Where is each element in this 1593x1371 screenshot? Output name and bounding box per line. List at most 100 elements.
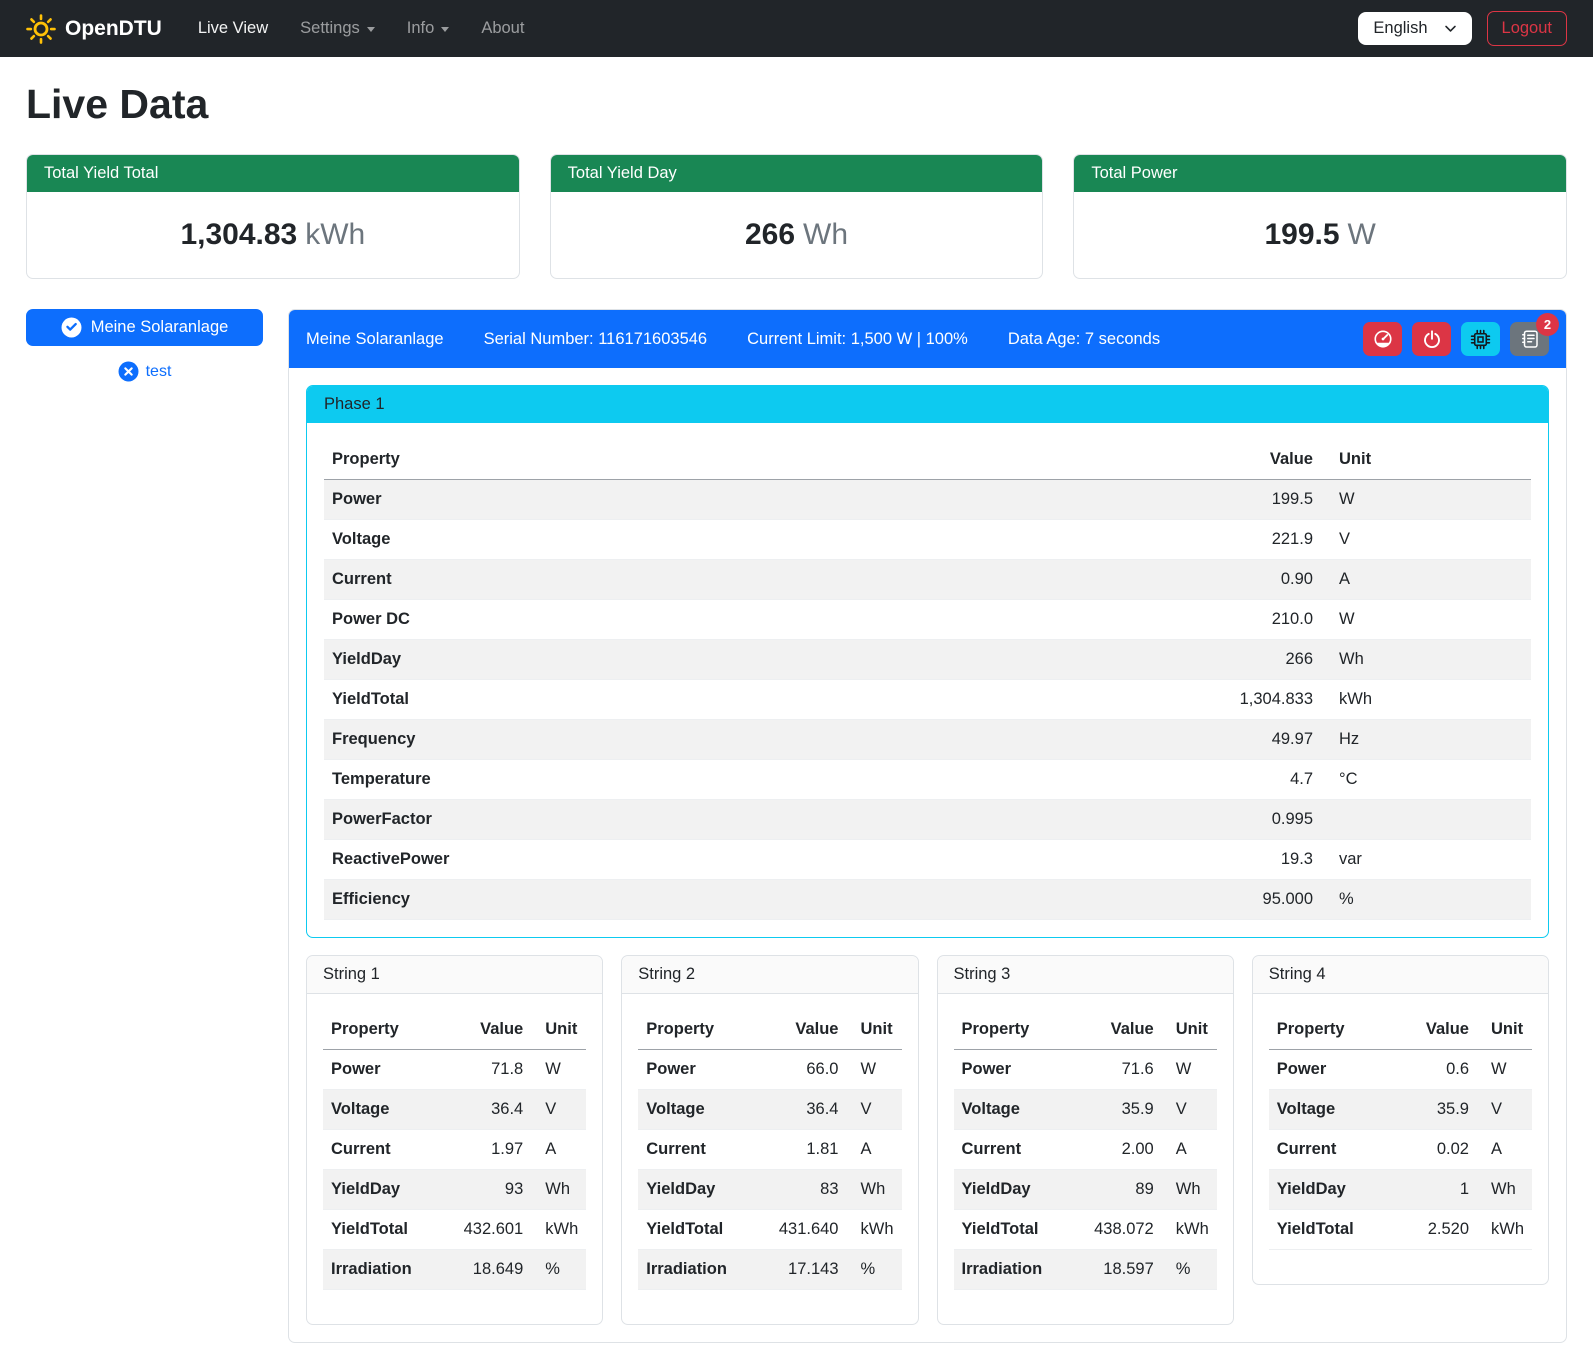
brand[interactable]: OpenDTU <box>26 14 162 44</box>
value-cell: 35.9 <box>1086 1090 1162 1130</box>
language-value: English <box>1373 19 1427 38</box>
unit-cell: % <box>847 1250 902 1290</box>
value-cell: 266 <box>1211 640 1321 680</box>
logout-button[interactable]: Logout <box>1487 11 1567 46</box>
event-count-badge: 2 <box>1536 313 1559 336</box>
inverter-selected-button[interactable]: Meine Solaranlage <box>26 309 263 346</box>
value-cell: 0.6 <box>1403 1050 1477 1090</box>
nav-item-live-view[interactable]: Live View <box>198 19 268 38</box>
property-cell: Power <box>323 1050 456 1090</box>
nav-item-about[interactable]: About <box>481 19 524 38</box>
table-header-row: Property Value Unit <box>323 1010 586 1050</box>
property-cell: PowerFactor <box>324 800 1211 840</box>
column-value: Value <box>1403 1010 1477 1050</box>
string-4-table: Property Value Unit Power0.6WVoltage35.9… <box>1269 1010 1532 1250</box>
property-cell: ReactivePower <box>324 840 1211 880</box>
property-cell: Current <box>323 1130 456 1170</box>
inverter-actions: 2 <box>1363 322 1549 356</box>
value-cell: 49.97 <box>1211 720 1321 760</box>
card-header: Total Yield Total <box>27 155 519 192</box>
value-cell: 93 <box>456 1170 532 1210</box>
table-row: YieldDay83Wh <box>638 1170 901 1210</box>
table-row: Power66.0W <box>638 1050 901 1090</box>
unit-cell: V <box>1162 1090 1217 1130</box>
nav-item-info[interactable]: Info <box>407 19 450 38</box>
unit-cell: Wh <box>1477 1170 1532 1210</box>
unit-cell: kWh <box>531 1210 586 1250</box>
page-title: Live Data <box>26 81 1567 128</box>
property-cell: YieldDay <box>324 640 1211 680</box>
card-value: 266 <box>745 218 795 251</box>
chevron-down-icon <box>1444 22 1457 35</box>
limit-settings-button[interactable] <box>1363 322 1402 356</box>
table-row: Power DC210.0W <box>324 600 1531 640</box>
value-cell: 432.601 <box>456 1210 532 1250</box>
table-row: YieldTotal1,304.833kWh <box>324 680 1531 720</box>
card-body: 266Wh <box>551 192 1043 278</box>
property-cell: YieldTotal <box>1269 1210 1403 1250</box>
property-cell: Irradiation <box>954 1250 1087 1290</box>
column-property: Property <box>954 1010 1087 1050</box>
unit-cell: kWh <box>847 1210 902 1250</box>
table-row: YieldTotal432.601kWh <box>323 1210 586 1250</box>
table-row: ReactivePower19.3var <box>324 840 1531 880</box>
string-body: Property Value Unit Power71.6WVoltage35.… <box>938 994 1233 1324</box>
unit-cell: kWh <box>1321 680 1531 720</box>
string-2-card: String 2 Property Value Unit <box>621 955 918 1325</box>
column-unit: Unit <box>1321 440 1531 480</box>
table-row: Current1.81A <box>638 1130 901 1170</box>
table-row: YieldTotal2.520kWh <box>1269 1210 1532 1250</box>
property-cell: Power <box>324 480 1211 520</box>
value-cell: 2.520 <box>1403 1210 1477 1250</box>
string-title: String 2 <box>622 956 917 994</box>
string-3-table: Property Value Unit Power71.6WVoltage35.… <box>954 1010 1217 1290</box>
unit-cell: °C <box>1321 760 1531 800</box>
unit-cell: W <box>1162 1050 1217 1090</box>
event-log-button[interactable]: 2 <box>1510 322 1549 356</box>
card-body: 1,304.83kWh <box>27 192 519 278</box>
value-cell: 1 <box>1403 1170 1477 1210</box>
value-cell: 36.4 <box>771 1090 847 1130</box>
nav-item-settings[interactable]: Settings <box>300 19 375 38</box>
property-cell: Power <box>1269 1050 1403 1090</box>
chevron-down-icon <box>367 27 375 32</box>
table-row: YieldDay93Wh <box>323 1170 586 1210</box>
unit-cell: V <box>1477 1090 1532 1130</box>
string-body: Property Value Unit Power71.8WVoltage36.… <box>307 994 602 1324</box>
value-cell: 210.0 <box>1211 600 1321 640</box>
unit-cell: V <box>1321 520 1531 560</box>
property-cell: Voltage <box>1269 1090 1403 1130</box>
unit-cell: W <box>847 1050 902 1090</box>
device-info-button[interactable] <box>1461 322 1500 356</box>
unit-cell: W <box>1477 1050 1532 1090</box>
table-row: Voltage35.9V <box>954 1090 1217 1130</box>
column-unit: Unit <box>847 1010 902 1050</box>
table-row: Temperature4.7°C <box>324 760 1531 800</box>
table-header-row: Property Value Unit <box>1269 1010 1532 1050</box>
value-cell: 89 <box>1086 1170 1162 1210</box>
inverter-serial: Serial Number: 116171603546 <box>484 330 708 349</box>
table-row: PowerFactor0.995 <box>324 800 1531 840</box>
table-row: Voltage36.4V <box>323 1090 586 1130</box>
value-cell: 1.81 <box>771 1130 847 1170</box>
value-cell: 199.5 <box>1211 480 1321 520</box>
value-cell: 71.8 <box>456 1050 532 1090</box>
string-4-card: String 4 Property Value Unit <box>1252 955 1549 1285</box>
unit-cell: W <box>1321 600 1531 640</box>
table-row: Voltage35.9V <box>1269 1090 1532 1130</box>
power-settings-button[interactable] <box>1412 322 1451 356</box>
value-cell: 18.649 <box>456 1250 532 1290</box>
column-property: Property <box>323 1010 456 1050</box>
unit-cell: W <box>1321 480 1531 520</box>
inverter-item-test[interactable]: test <box>26 361 263 382</box>
inverter-selected-label: Meine Solaranlage <box>91 318 229 337</box>
table-header-row: Property Value Unit <box>638 1010 901 1050</box>
language-select[interactable]: English <box>1358 12 1471 45</box>
value-cell: 83 <box>771 1170 847 1210</box>
value-cell: 0.90 <box>1211 560 1321 600</box>
table-row: Voltage221.9V <box>324 520 1531 560</box>
column-value: Value <box>1211 440 1321 480</box>
card-value: 199.5 <box>1264 218 1339 251</box>
property-cell: YieldDay <box>954 1170 1087 1210</box>
string-2-table: Property Value Unit Power66.0WVoltage36.… <box>638 1010 901 1290</box>
